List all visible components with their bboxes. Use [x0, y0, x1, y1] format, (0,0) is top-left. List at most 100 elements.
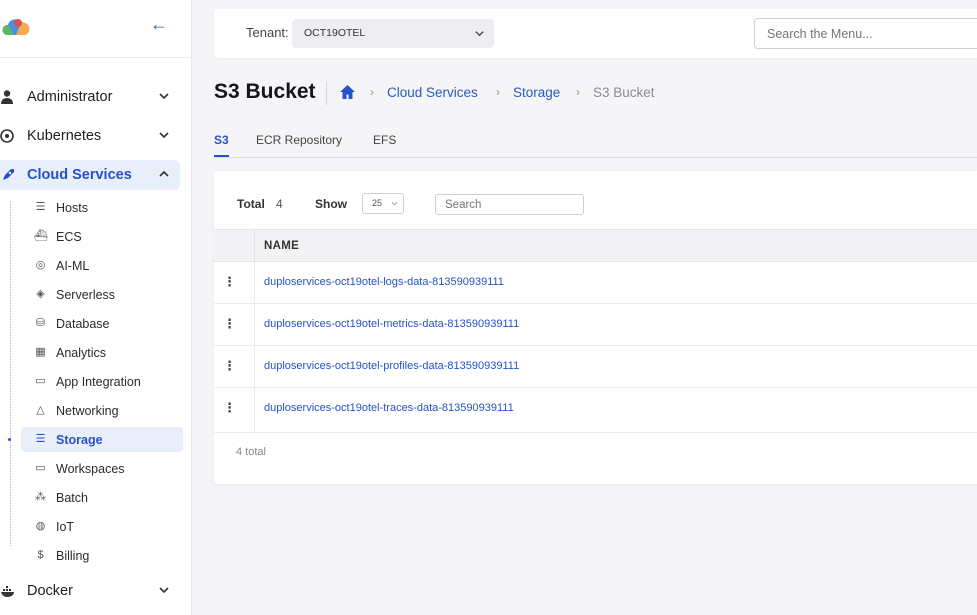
nav-group-label: Docker [27, 583, 73, 599]
title-divider [326, 81, 327, 105]
tab-bar: S3 ECR Repository EFS [214, 132, 977, 158]
sidebar-item-billing[interactable]: $ Billing [21, 543, 183, 568]
table-row: ⋮ duploservices-oct19otel-profiles-data-… [214, 346, 977, 388]
grid-icon: ▦ [35, 346, 46, 358]
cloud-services-submenu: ☰ Hosts ⛴ ECS ◎ AI-ML ◈ Serverless ⛁ Dat… [0, 195, 192, 568]
sidebar-item-serverless[interactable]: ◈ Serverless [21, 282, 183, 307]
sidebar-item-label: App Integration [56, 374, 141, 389]
chevron-down-icon [159, 93, 169, 100]
bucket-name-link[interactable]: duploservices-oct19otel-logs-data-813590… [264, 276, 504, 288]
rocket-icon [3, 169, 14, 180]
nav-group-docker[interactable]: Docker [0, 576, 180, 606]
breadcrumb-s3-bucket: S3 Bucket [593, 85, 655, 100]
tenant-select[interactable]: OCT19OTEL [292, 19, 494, 48]
sidebar-item-label: Batch [56, 490, 88, 505]
submenu-rail [10, 201, 11, 546]
nav-group-kubernetes[interactable]: Kubernetes [0, 121, 180, 151]
menu-search-input[interactable] [754, 18, 977, 49]
bucket-name-link[interactable]: duploservices-oct19otel-metrics-data-813… [264, 318, 519, 330]
sidebar-menu: Administrator Kubernetes Cloud Services … [0, 82, 192, 615]
row-actions-icon[interactable]: ⋮ [223, 359, 236, 373]
chevron-down-icon [391, 201, 398, 206]
column-divider [254, 230, 255, 261]
nav-group-cloud-services[interactable]: Cloud Services [0, 160, 180, 190]
breadcrumb-separator-icon: › [496, 85, 500, 99]
sidebar-item-ecs[interactable]: ⛴ ECS [21, 224, 183, 249]
docker-icon: ⛴ [34, 230, 48, 242]
page-size-select[interactable]: 25 [362, 193, 404, 214]
sidebar-item-batch[interactable]: ⁂ Batch [21, 485, 183, 510]
database-icon: ⛁ [35, 317, 46, 329]
sidebar-item-label: IoT [56, 519, 75, 534]
helm-icon [0, 129, 14, 143]
nav-group-label: Kubernetes [27, 128, 102, 144]
breadcrumb-separator-icon: › [370, 85, 374, 99]
ai-icon: ◎ [35, 259, 46, 271]
tenant-label: Tenant: [246, 25, 289, 40]
sidebar-item-label: Workspaces [56, 461, 125, 476]
page-title: S3 Bucket [214, 80, 316, 103]
tenant-value: OCT19OTEL [304, 27, 366, 39]
table-search-input[interactable] [435, 194, 584, 215]
sidebar-item-label: Billing [56, 548, 90, 563]
batch-icon: ⁂ [35, 491, 46, 503]
sidebar-item-ai-ml[interactable]: ◎ AI-ML [21, 253, 183, 278]
monitor-icon: ▭ [35, 462, 46, 474]
tab-s3[interactable]: S3 [214, 133, 229, 157]
table-footer-total: 4 total [236, 446, 266, 458]
column-header-name[interactable]: NAME [264, 240, 299, 252]
sidebar-item-app-integration[interactable]: ▭ App Integration [21, 369, 183, 394]
sidebar-item-label: Database [56, 316, 110, 331]
chevron-down-icon [159, 132, 169, 139]
docker-icon [1, 586, 14, 597]
network-icon: △ [36, 404, 45, 416]
sidebar-item-label: Networking [56, 403, 119, 418]
table-row: ⋮ duploservices-oct19otel-traces-data-81… [214, 388, 977, 433]
column-divider [254, 304, 255, 345]
collapse-sidebar-icon[interactable]: ← [150, 14, 168, 34]
tab-efs[interactable]: EFS [373, 133, 396, 155]
row-actions-icon[interactable]: ⋮ [223, 275, 236, 289]
sidebar-item-label: Analytics [56, 345, 107, 360]
topbar: Tenant: OCT19OTEL [214, 9, 977, 58]
sidebar-item-iot[interactable]: ◍ IoT [21, 514, 183, 539]
sidebar-item-workspaces[interactable]: ▭ Workspaces [21, 456, 183, 481]
row-actions-icon[interactable]: ⋮ [223, 317, 236, 331]
column-divider [254, 262, 255, 303]
breadcrumb-cloud-services[interactable]: Cloud Services [387, 85, 478, 100]
bucket-table-card: Total 4 Show 25 NAME ⋮ duploservices-oct… [214, 171, 977, 484]
dollar-icon: $ [37, 549, 44, 561]
nav-group-label: Administrator [27, 89, 113, 105]
sidebar-item-networking[interactable]: △ Networking [21, 398, 183, 423]
layers-icon: ◈ [36, 288, 45, 300]
show-label: Show [315, 197, 347, 211]
column-divider [254, 388, 255, 432]
column-divider [254, 346, 255, 387]
table-header: NAME [214, 229, 977, 262]
storage-icon: ☰ [35, 433, 46, 445]
total-value: 4 [276, 197, 283, 211]
sidebar-item-label: ECS [56, 229, 82, 244]
bucket-name-link[interactable]: duploservices-oct19otel-profiles-data-81… [264, 360, 519, 372]
sidebar-item-hosts[interactable]: ☰ Hosts [21, 195, 183, 220]
sidebar-item-label: Serverless [56, 287, 116, 302]
nav-group-administrator[interactable]: Administrator [0, 82, 180, 112]
chevron-up-icon [159, 170, 169, 177]
bucket-name-link[interactable]: duploservices-oct19otel-traces-data-8135… [264, 402, 514, 414]
breadcrumb-storage[interactable]: Storage [513, 85, 560, 100]
row-actions-icon[interactable]: ⋮ [223, 401, 236, 415]
sidebar-item-storage[interactable]: ☰ Storage [8, 427, 183, 452]
nav-group-label: Cloud Services [27, 167, 132, 183]
server-icon: ☰ [35, 201, 46, 213]
chevron-down-icon [159, 587, 169, 594]
home-icon[interactable] [339, 84, 356, 100]
table-row: ⋮ duploservices-oct19otel-metrics-data-8… [214, 304, 977, 346]
sidebar-item-analytics[interactable]: ▦ Analytics [21, 340, 183, 365]
total-label: Total [237, 197, 265, 211]
tab-ecr-repository[interactable]: ECR Repository [256, 133, 342, 155]
sidebar-item-database[interactable]: ⛁ Database [21, 311, 183, 336]
table-row: ⋮ duploservices-oct19otel-logs-data-8135… [214, 262, 977, 304]
logo-icon [2, 19, 30, 35]
sidebar-header: ← [0, 0, 191, 58]
breadcrumb-separator-icon: › [576, 85, 580, 99]
